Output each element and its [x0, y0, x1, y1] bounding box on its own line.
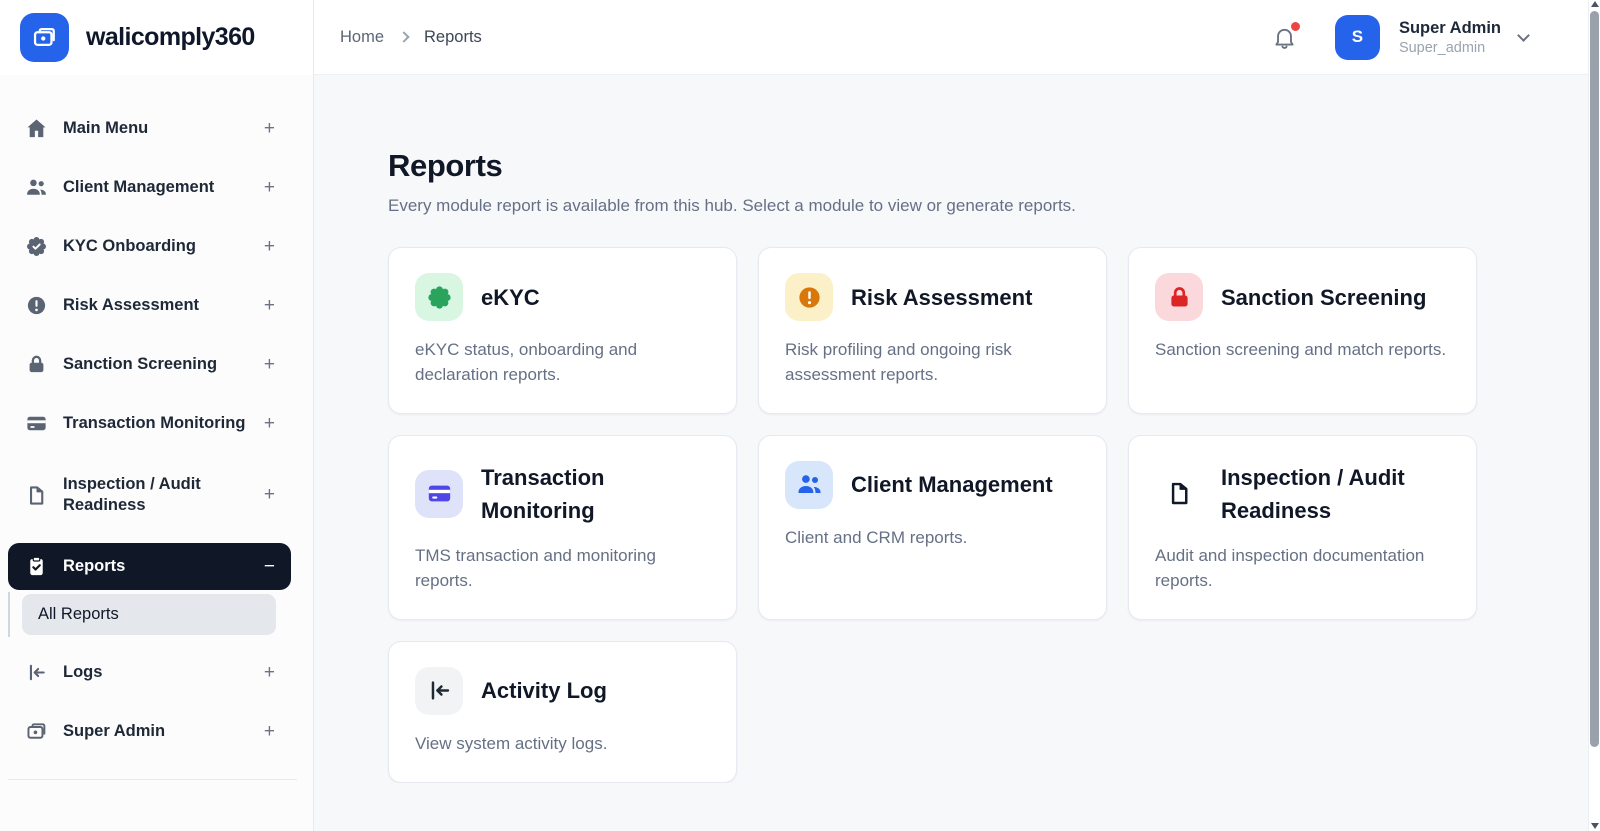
- seal-icon: [415, 273, 463, 321]
- user-role: Super_admin: [1398, 39, 1486, 56]
- sidebar-item-transaction-monitoring[interactable]: Transaction Monitoring +: [0, 394, 313, 453]
- sidebar-item-client-management[interactable]: Client Management +: [0, 158, 313, 217]
- chevron-right-icon: [398, 30, 410, 43]
- card-title: eKYC: [481, 284, 540, 310]
- file-icon: [25, 484, 48, 507]
- badge-check-icon: [25, 235, 48, 258]
- sidebar-item-reports[interactable]: Reports −: [8, 543, 291, 590]
- sidebar-item-inspection-audit-readiness[interactable]: Inspection / Audit Readiness +: [0, 453, 313, 537]
- notifications-button[interactable]: [1272, 21, 1300, 50]
- arrow-left-to-line-icon: [25, 661, 48, 684]
- expand-toggle[interactable]: +: [264, 177, 275, 199]
- expand-toggle[interactable]: +: [264, 662, 275, 684]
- card-description: Sanction screening and match reports.: [1155, 340, 1447, 359]
- app-window: walicomply360 Main Menu + Client Managem…: [0, 0, 1600, 831]
- avatar[interactable]: S: [1334, 14, 1380, 60]
- scrollbar[interactable]: [1588, 0, 1600, 831]
- main-area: Home Reports S Super Admin Super_admin R…: [314, 0, 1600, 831]
- card-header: Sanction Screening: [1155, 273, 1450, 321]
- card-title: Activity Log: [481, 678, 607, 704]
- breadcrumb: Home Reports: [340, 28, 482, 47]
- file-icon: [1155, 470, 1203, 518]
- card-title: Client Management: [851, 472, 1053, 498]
- alert-circle-icon: [25, 294, 48, 317]
- card-title: Risk Assessment: [851, 284, 1033, 310]
- brand[interactable]: walicomply360: [0, 0, 313, 75]
- users-icon: [25, 176, 48, 199]
- user-name: Super Admin: [1398, 18, 1501, 37]
- card-description: Audit and inspection documentation repor…: [1155, 545, 1425, 590]
- page-title: Reports: [388, 148, 503, 183]
- expand-toggle[interactable]: +: [264, 354, 275, 376]
- sidebar-item-super-admin[interactable]: Super Admin +: [0, 702, 313, 761]
- sidebar-nav: Main Menu + Client Management + KYC Onbo…: [0, 75, 313, 779]
- card-header: Inspection / Audit Readiness: [1155, 461, 1450, 527]
- card-header: Risk Assessment: [785, 273, 1080, 321]
- topbar-user-section: S Super Admin Super_admin: [1272, 14, 1530, 60]
- card-header: Client Management: [785, 460, 1080, 509]
- alert-circle-icon: [785, 273, 833, 321]
- card-description: eKYC status, onboarding and declaration …: [415, 340, 638, 384]
- users-icon: [785, 460, 833, 509]
- page-content: Reports Every module report is available…: [314, 75, 1600, 783]
- submenu-label: All Reports: [38, 605, 119, 623]
- expand-toggle[interactable]: +: [264, 295, 275, 317]
- card-description: Risk profiling and ongoing risk assessme…: [785, 340, 1012, 384]
- card-title: Inspection / Audit Readiness: [1221, 464, 1405, 523]
- card-header: eKYC: [415, 273, 710, 321]
- report-cards-grid: eKYC eKYC status, onboarding and declara…: [388, 247, 1600, 783]
- lock-icon: [25, 353, 48, 376]
- report-card-transaction-monitoring[interactable]: Transaction Monitoring TMS transaction a…: [388, 434, 737, 620]
- scroll-up-icon[interactable]: [1591, 1, 1599, 7]
- brand-name: walicomply360: [86, 23, 255, 51]
- sidebar-item-all-reports[interactable]: All Reports: [22, 594, 276, 635]
- chevron-down-icon[interactable]: [1517, 28, 1530, 42]
- credit-card-icon: [25, 412, 48, 435]
- notification-dot: [1290, 21, 1300, 31]
- page-subtitle: Every module report is available from th…: [388, 196, 1076, 215]
- report-card-sanction-screening[interactable]: Sanction Screening Sanction screening an…: [1128, 247, 1477, 414]
- report-card-ekyc[interactable]: eKYC eKYC status, onboarding and declara…: [388, 247, 737, 414]
- wallet-logo-icon: [20, 13, 69, 62]
- scroll-down-icon[interactable]: [1591, 823, 1599, 829]
- expand-toggle[interactable]: +: [264, 484, 275, 506]
- card-description: View system activity logs.: [415, 733, 608, 753]
- report-card-risk-assessment[interactable]: Risk Assessment Risk profiling and ongoi…: [758, 247, 1107, 414]
- sidebar-item-main-menu[interactable]: Main Menu +: [0, 99, 313, 158]
- collapse-toggle[interactable]: −: [264, 556, 275, 578]
- home-icon: [25, 117, 48, 140]
- sidebar-item-logs[interactable]: Logs +: [0, 643, 313, 702]
- card-description: TMS transaction and monitoring reports.: [415, 545, 656, 590]
- lock-icon: [1155, 273, 1203, 321]
- user-meta: Super Admin Super_admin: [1399, 19, 1501, 56]
- card-title: Transaction Monitoring: [481, 464, 605, 523]
- credit-card-icon: [415, 469, 463, 518]
- expand-toggle[interactable]: +: [264, 721, 275, 743]
- wallet-icon: [25, 720, 48, 743]
- sidebar-divider: [8, 779, 297, 780]
- card-header: Activity Log: [415, 666, 710, 715]
- scrollbar-thumb[interactable]: [1590, 11, 1599, 747]
- card-title: Sanction Screening: [1221, 284, 1427, 310]
- expand-toggle[interactable]: +: [264, 236, 275, 258]
- breadcrumb-current: Reports: [424, 27, 482, 46]
- expand-toggle[interactable]: +: [264, 118, 275, 140]
- report-card-client-management[interactable]: Client Management Client and CRM reports…: [758, 434, 1107, 620]
- topbar: Home Reports S Super Admin Super_admin: [314, 0, 1600, 75]
- card-description: Client and CRM reports.: [785, 527, 968, 547]
- sidebar-submenu: All Reports: [8, 592, 313, 637]
- sidebar: walicomply360 Main Menu + Client Managem…: [0, 0, 314, 831]
- card-header: Transaction Monitoring: [415, 461, 710, 527]
- report-card-inspection-audit-readiness[interactable]: Inspection / Audit Readiness Audit and i…: [1128, 434, 1477, 620]
- sidebar-item-risk-assessment[interactable]: Risk Assessment +: [0, 276, 313, 335]
- expand-toggle[interactable]: +: [264, 413, 275, 435]
- sidebar-item-kyc-onboarding[interactable]: KYC Onboarding +: [0, 217, 313, 276]
- breadcrumb-home[interactable]: Home: [340, 28, 384, 47]
- sidebar-item-sanction-screening[interactable]: Sanction Screening +: [0, 335, 313, 394]
- report-card-activity-log[interactable]: Activity Log View system activity logs.: [388, 640, 737, 783]
- clipboard-check-icon: [25, 555, 48, 578]
- arrow-left-to-line-icon: [415, 666, 463, 715]
